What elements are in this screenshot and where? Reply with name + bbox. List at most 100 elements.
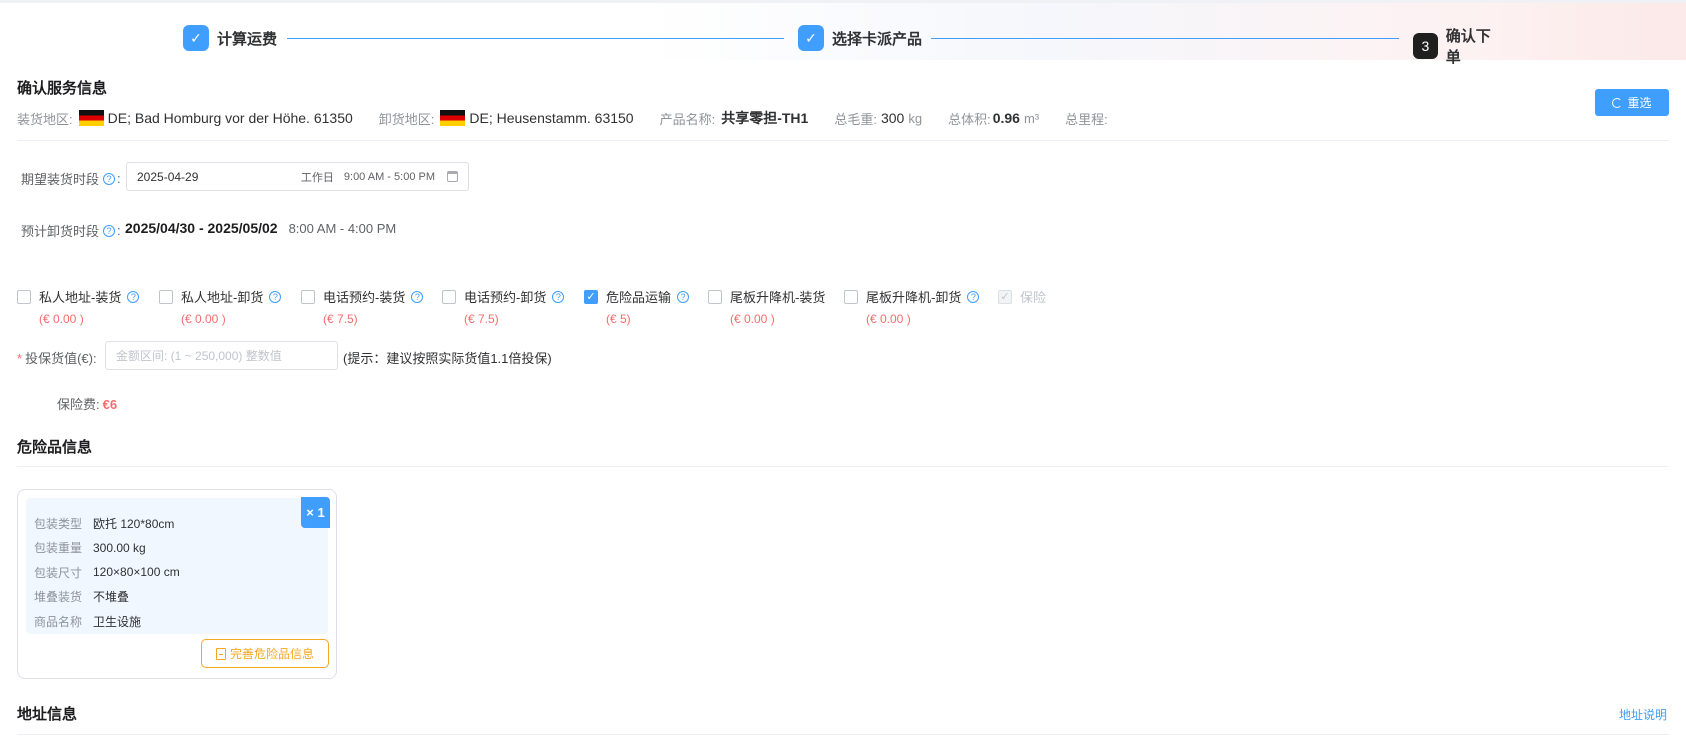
- volume-value: 0.96: [992, 110, 1020, 126]
- step-label: 计算运费: [217, 30, 278, 48]
- package-type-row: 包装类型 欧托 120*80cm: [34, 511, 328, 536]
- delivery-time-value: 2025/04/30 - 2025/05/02 8:00 AM - 4:00 P…: [125, 220, 396, 236]
- insured-value-input[interactable]: 金额区间: (1 ~ 250,000) 整数值: [105, 341, 338, 370]
- required-mark: *: [17, 351, 23, 366]
- option-label: 私人地址-装货: [39, 290, 122, 305]
- goods-name-row: 商品名称 卫生设施: [34, 609, 328, 634]
- step-connector: [931, 38, 1399, 39]
- row-value: 卫生设施: [93, 614, 142, 629]
- product-value: 共享零担-TH1: [721, 110, 809, 126]
- option-tail-lift-delivery[interactable]: 尾板升降机-卸货? (€ 0.00 ): [844, 287, 980, 326]
- service-info-title: 确认服务信息: [17, 80, 108, 97]
- option-dangerous-goods[interactable]: ✓ 危险品运输? (€ 5): [584, 287, 690, 326]
- help-icon[interactable]: ?: [269, 290, 282, 303]
- option-price: (€ 7.5): [464, 312, 499, 326]
- option-phone-pickup[interactable]: 电话预约-装货? (€ 7.5): [301, 287, 424, 326]
- help-icon[interactable]: ?: [552, 290, 565, 303]
- package-details: 包装类型 欧托 120*80cm 包装重量 300.00 kg 包装尺寸 120×80…: [26, 498, 328, 634]
- weight-label: 总毛重:: [834, 111, 877, 127]
- option-price: (€ 0.00 ): [181, 312, 226, 326]
- row-key: 包装重量: [34, 541, 83, 556]
- option-phone-delivery[interactable]: 电话预约-卸货? (€ 7.5): [442, 287, 565, 326]
- volume-label: 总体积:: [948, 111, 991, 127]
- row-key: 包装类型: [34, 516, 83, 531]
- option-price: (€ 0.00 ): [730, 312, 775, 326]
- calendar-icon: [447, 171, 458, 182]
- delivery-time-label: 预计卸货时段 ?:: [21, 223, 121, 239]
- pickup-time-window: 9:00 AM - 5:00 PM: [343, 170, 435, 183]
- row-value: 120×80×100 cm: [93, 565, 180, 580]
- insured-value-text: 投保货值(€):: [25, 351, 97, 366]
- help-icon[interactable]: ?: [411, 290, 424, 303]
- row-value: 不堆叠: [93, 590, 130, 605]
- option-label: 危险品运输: [606, 290, 672, 305]
- help-icon[interactable]: ?: [677, 290, 690, 303]
- checkbox-disabled: ✓: [998, 289, 1012, 304]
- distance-label: 总里程:: [1065, 111, 1108, 127]
- option-price: (€ 0.00 ): [866, 312, 911, 326]
- germany-flag-icon: [78, 110, 104, 126]
- step-connector: [287, 38, 784, 39]
- reset-button[interactable]: 重选: [1595, 89, 1669, 116]
- insured-value-placeholder: 金额区间: (1 ~ 250,000) 整数值: [116, 349, 282, 363]
- pickup-area-label: 装货地区:: [17, 111, 73, 127]
- checkbox[interactable]: [844, 289, 858, 304]
- delivery-area-label: 卸货地区:: [378, 111, 435, 127]
- help-icon[interactable]: ?: [103, 172, 116, 185]
- check-icon: ✓: [183, 25, 209, 51]
- insurance-tip: (提示：建议按照实际货值1.1倍投保): [343, 351, 552, 366]
- complete-dangerous-info-button[interactable]: 完善危险品信息: [201, 639, 329, 668]
- help-icon[interactable]: ?: [103, 224, 116, 237]
- step-label: 确认下单: [1445, 28, 1491, 66]
- option-label: 私人地址-卸货: [181, 290, 264, 305]
- help-icon[interactable]: ?: [967, 290, 980, 303]
- pickup-weekday: 工作日: [300, 171, 334, 184]
- option-price: (€ 7.5): [323, 312, 358, 326]
- address-help-link[interactable]: 地址说明: [1619, 706, 1667, 723]
- delivery-area-value: DE; Heusenstamm. 63150: [469, 110, 634, 126]
- checkbox-checked[interactable]: ✓: [584, 289, 598, 304]
- delivery-time-window: 8:00 AM - 4:00 PM: [288, 221, 397, 236]
- top-border: [0, 0, 1686, 3]
- checkbox[interactable]: [708, 289, 722, 304]
- divider: [17, 734, 1669, 735]
- volume-unit: m³: [1023, 110, 1040, 126]
- reset-button-label: 重选: [1627, 96, 1652, 110]
- service-summary: 装货地区: DE; Bad Homburg vor der Höhe. 6135…: [17, 108, 1108, 128]
- option-price: (€ 5): [606, 312, 631, 326]
- option-price: (€ 0.00 ): [39, 312, 84, 326]
- divider: [17, 140, 1669, 141]
- insurance-fee-amount: €6: [102, 397, 118, 412]
- step-select-product: ✓ 选择卡派产品: [798, 25, 922, 51]
- dangerous-goods-title: 危险品信息: [17, 439, 93, 456]
- delivery-time-text: 预计卸货时段: [21, 224, 100, 239]
- step-label: 选择卡派产品: [832, 30, 923, 48]
- option-label: 电话预约-卸货: [464, 290, 547, 305]
- option-label: 保险: [1020, 290, 1047, 305]
- progress-steps: ✓ 计算运费 ✓ 选择卡派产品 3 确认下单: [183, 25, 1503, 66]
- check-icon: ✓: [798, 25, 824, 51]
- delivery-date-range: 2025/04/30 - 2025/05/02: [125, 220, 278, 236]
- step-confirm-order: 3 确认下单: [1413, 25, 1503, 67]
- package-size-row: 包装尺寸 120×80×100 cm: [34, 560, 328, 585]
- weight-unit: kg: [908, 110, 923, 126]
- pickup-date-picker[interactable]: 2025-04-29 工作日 9:00 AM - 5:00 PM: [126, 162, 469, 191]
- option-private-delivery[interactable]: 私人地址-卸货? (€ 0.00 ): [159, 287, 282, 326]
- quantity-badge: × 1: [301, 497, 330, 528]
- help-icon[interactable]: ?: [127, 290, 140, 303]
- option-tail-lift-pickup[interactable]: 尾板升降机-装货 (€ 0.00 ): [708, 287, 825, 326]
- option-label: 尾板升降机-卸货: [866, 290, 962, 305]
- step-number-badge: 3: [1413, 33, 1438, 59]
- checkbox[interactable]: [159, 289, 173, 304]
- dangerous-goods-card: 包装类型 欧托 120*80cm 包装重量 300.00 kg 包装尺寸 120×80…: [17, 489, 337, 679]
- checkbox[interactable]: [17, 289, 31, 304]
- stacking-row: 堆叠装货 不堆叠: [34, 585, 328, 610]
- step-calculate: ✓ 计算运费: [183, 25, 277, 51]
- row-key: 堆叠装货: [34, 590, 83, 605]
- row-key: 包装尺寸: [34, 565, 83, 580]
- refresh-icon: [1612, 97, 1623, 108]
- checkbox[interactable]: [301, 289, 315, 304]
- germany-flag-icon: [440, 110, 466, 126]
- option-private-pickup[interactable]: 私人地址-装货? (€ 0.00 ): [17, 287, 140, 326]
- checkbox[interactable]: [442, 289, 456, 304]
